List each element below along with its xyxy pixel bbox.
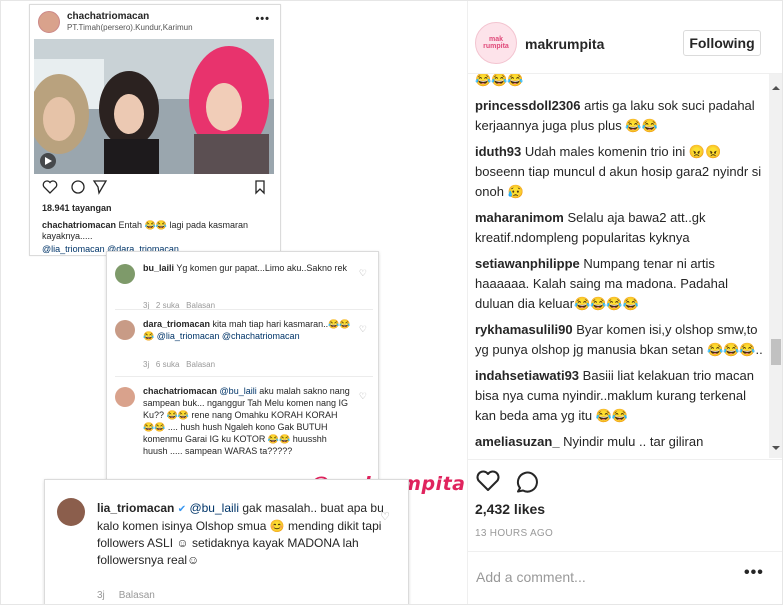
embedded-comment: dara_triomacan kita mah tiap hari kasmar… bbox=[115, 318, 373, 374]
post-header: mak rumpita makrumpita Following bbox=[468, 1, 782, 74]
embedded-caption: chachatriomacan Entah 😂😂 lagi pada kasma… bbox=[42, 220, 267, 242]
add-comment-bar: ••• bbox=[468, 551, 782, 604]
embedded-location: PT.Timah(persero).Kundur,Karimun bbox=[67, 23, 193, 32]
account-username[interactable]: makrumpita bbox=[525, 36, 604, 52]
avatar bbox=[38, 11, 60, 33]
comment-username: lia_triomacan bbox=[97, 501, 175, 515]
avatar bbox=[115, 264, 135, 284]
comment-username[interactable]: indahsetiawati93 bbox=[475, 368, 579, 383]
comment-item: rykhamasulili90 Byar komen isi,y olshop … bbox=[475, 320, 765, 360]
embedded-username: chachatriomacan bbox=[67, 11, 150, 22]
like-heart-icon[interactable] bbox=[475, 469, 501, 493]
post-sidebar: mak rumpita makrumpita Following 😂😂😂 prin… bbox=[467, 1, 782, 604]
comment-mention: @lia_triomacan @chachatriomacan bbox=[156, 331, 300, 341]
comment-username[interactable]: rykhamasulili90 bbox=[475, 322, 573, 337]
instagram-post-window: chachatriomacan PT.Timah(persero).Kundur… bbox=[0, 0, 783, 605]
comments-list[interactable]: 😂😂😂 princessdoll2306 artis ga laku sok su… bbox=[468, 74, 782, 458]
avatar bbox=[57, 498, 85, 526]
post-image[interactable]: chachatriomacan PT.Timah(persero).Kundur… bbox=[1, 1, 467, 604]
embedded-comments-screenshot: bu_laili Yg komen gur papat...Limo aku..… bbox=[106, 251, 379, 493]
following-button[interactable]: Following bbox=[683, 30, 761, 56]
scrollbar-thumb[interactable] bbox=[771, 339, 781, 365]
heart-icon: ♡ bbox=[358, 268, 367, 278]
post-timestamp[interactable]: 13 HOURS AGO bbox=[475, 528, 553, 539]
avatar bbox=[115, 320, 135, 340]
embedded-photo bbox=[34, 39, 274, 174]
comments-container: 😂😂😂 princessdoll2306 artis ga laku sok su… bbox=[475, 74, 765, 458]
comment-text: aku malah sakno nang sampean buk... ngan… bbox=[143, 386, 350, 456]
scroll-down-icon[interactable] bbox=[772, 446, 780, 450]
comment-meta: 3j 6 suka Balasan bbox=[143, 360, 216, 369]
comment-username[interactable]: setiawanphilippe bbox=[475, 256, 580, 271]
likes-count[interactable]: 2,432 likes bbox=[475, 501, 545, 517]
comment-username[interactable]: princessdoll2306 bbox=[475, 98, 581, 113]
comment-item: ameliasuzan_ Nyindir mulu .. tar giliran bbox=[475, 432, 765, 452]
comment-username[interactable]: iduth93 bbox=[475, 144, 521, 159]
heart-icon: ♡ bbox=[358, 391, 367, 401]
comment-text: Yg komen gur papat...Limo aku..Sakno rek bbox=[176, 263, 347, 273]
comment-text: Nyindir mulu .. tar giliran bbox=[563, 434, 704, 449]
embedded-post-screenshot: chachatriomacan PT.Timah(persero).Kundur… bbox=[29, 4, 281, 256]
comment-username[interactable]: maharanimom bbox=[475, 210, 564, 225]
embedded-comment: bu_laili Yg komen gur papat...Limo aku..… bbox=[115, 262, 373, 312]
more-icon: ••• bbox=[255, 13, 270, 25]
heart-icon: ♡ bbox=[358, 324, 367, 334]
comment-meta: 3j Balasan bbox=[97, 590, 155, 601]
verified-icon: ✔ bbox=[177, 504, 187, 515]
heart-icon: ♡ bbox=[380, 511, 390, 523]
embedded-comment: chachatriomacan @bu_laili aku malah sakn… bbox=[115, 385, 373, 485]
comment-item: setiawanphilippe Numpang tenar ni artis … bbox=[475, 254, 765, 314]
add-comment-input[interactable] bbox=[474, 565, 728, 589]
post-actions bbox=[468, 459, 782, 500]
comment-item: maharanimom Selalu aja bawa2 att..gk kre… bbox=[475, 208, 765, 248]
comment-item: princessdoll2306 artis ga laku sok suci … bbox=[475, 96, 765, 136]
comment-username: dara_triomacan bbox=[143, 319, 211, 329]
embedded-actions bbox=[42, 179, 268, 195]
scroll-up-icon[interactable] bbox=[772, 86, 780, 90]
embedded-post-header: chachatriomacan PT.Timah(persero).Kundur… bbox=[38, 9, 274, 37]
comment-item: iduth93 Udah males komenin trio ini 😠😠 b… bbox=[475, 142, 765, 202]
divider bbox=[115, 309, 373, 310]
comment-username[interactable]: ameliasuzan_ bbox=[475, 434, 560, 449]
comment-mention: @bu_laili bbox=[219, 386, 257, 396]
comment-item: indahsetiawati93 Basiii liat kelakuan tr… bbox=[475, 366, 765, 426]
comment-text: 😂😂😂 bbox=[475, 74, 524, 87]
embedded-caption-user: chachatriomacan bbox=[42, 220, 117, 230]
account-avatar[interactable]: mak rumpita bbox=[475, 22, 517, 64]
comment-username: bu_laili bbox=[143, 263, 175, 273]
divider bbox=[115, 376, 373, 377]
more-options-icon[interactable]: ••• bbox=[744, 564, 764, 582]
comment-mention: @bu_laili bbox=[189, 501, 239, 515]
embedded-views: 18.941 tayangan bbox=[42, 203, 112, 213]
comment-username: chachatriomacan bbox=[143, 386, 218, 396]
comment-icon[interactable] bbox=[514, 469, 540, 493]
comment-item: 😂😂😂 bbox=[475, 74, 765, 90]
embedded-highlight-comment: lia_triomacan ✔ @bu_laili gak masalah.. … bbox=[44, 479, 409, 604]
avatar bbox=[115, 387, 135, 407]
scrollbar[interactable] bbox=[769, 74, 782, 458]
logo-text: mak rumpita bbox=[483, 36, 509, 50]
